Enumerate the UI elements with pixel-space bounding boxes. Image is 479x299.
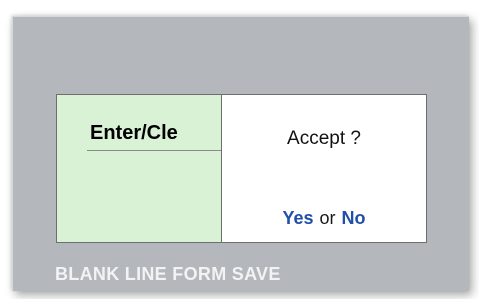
entry-field-label: Enter/Cle — [90, 122, 178, 144]
no-button[interactable]: No — [342, 208, 366, 228]
accept-prompt: Accept ? — [287, 128, 361, 149]
choice-row: Yes or No — [222, 208, 426, 229]
form-caption: BLANK LINE FORM SAVE — [55, 264, 281, 284]
yes-button[interactable]: Yes — [282, 208, 313, 228]
entry-field-area[interactable]: Enter/Cle — [56, 94, 222, 243]
or-label: or — [319, 208, 336, 228]
screen: Enter/Cle Accept ? Yes or No BLANK LINE FO… — [0, 0, 479, 299]
form-panel: Enter/Cle Accept ? Yes or No BLANK LINE FO… — [12, 16, 469, 291]
accept-dialog: Accept ? Yes or No — [221, 94, 427, 243]
entry-field-underline — [87, 150, 221, 151]
